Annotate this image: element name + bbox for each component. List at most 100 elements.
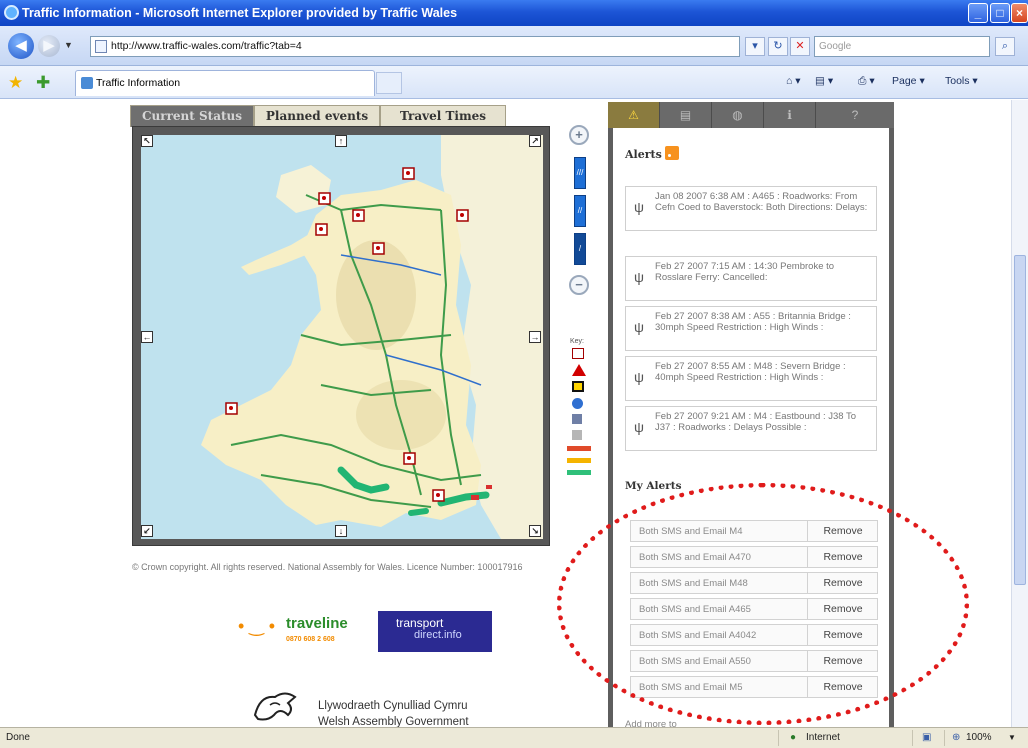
pan-south-button[interactable]: ↓ — [335, 525, 347, 537]
add-more-text[interactable]: Add more to — [625, 719, 677, 727]
forward-button[interactable]: ▶ — [38, 35, 60, 57]
favorites-star-icon[interactable]: ★ — [8, 73, 23, 93]
zoom-level-3-button[interactable]: / — [574, 233, 586, 265]
my-alert-row: Both SMS and Email A4042 Remove — [630, 624, 878, 646]
maximize-button[interactable]: □ — [990, 3, 1010, 23]
new-tab-button[interactable] — [376, 72, 402, 94]
add-favorite-icon[interactable]: ✚ — [36, 73, 50, 93]
panel-tabs: ⚠ ▤ ◍ ℹ ? — [608, 102, 894, 128]
map-canvas[interactable] — [141, 135, 543, 539]
address-dropdown-button[interactable]: ▾ — [745, 37, 765, 56]
feeds-icon[interactable]: ▤ ▾ — [815, 75, 833, 87]
zoom-icon[interactable]: ⊕ — [952, 728, 960, 748]
my-alert-row: Both SMS and Email M48 Remove — [630, 572, 878, 594]
search-button[interactable]: ⌕ — [995, 37, 1015, 56]
traveline-logo[interactable]: • ‿ • traveline 0870 608 2 608 — [238, 612, 348, 652]
pan-southeast-button[interactable]: ↘ — [529, 525, 541, 537]
alert-item[interactable]: ψ Feb 27 2007 9:21 AM : M4 : Eastbound :… — [625, 406, 877, 451]
my-alert-label: Both SMS and Email A465 — [639, 604, 751, 615]
search-input[interactable]: Google — [814, 36, 990, 57]
remove-button[interactable]: Remove — [807, 651, 878, 671]
remove-button[interactable]: Remove — [807, 599, 878, 619]
alert-text: Feb 27 2007 8:55 AM : M48 : Severn Bridg… — [655, 361, 846, 383]
traveline-number: 0870 608 2 608 — [286, 636, 335, 643]
address-toolbar: ◀ ▶ ▼ http://www.traffic-wales.com/traff… — [0, 26, 1028, 66]
my-alert-row: Both SMS and Email A470 Remove — [630, 546, 878, 568]
alert-item[interactable]: ψ Feb 27 2007 8:38 AM : A55 : Britannia … — [625, 306, 877, 351]
legend-roadworks-icon — [572, 381, 584, 392]
remove-button[interactable]: Remove — [807, 625, 878, 645]
pan-northwest-button[interactable]: ↖ — [141, 135, 153, 147]
legend-info-icon — [572, 398, 583, 409]
zoom-level-2-button[interactable]: // — [574, 195, 586, 227]
pan-southwest-button[interactable]: ↙ — [141, 525, 153, 537]
my-alert-row: Both SMS and Email A465 Remove — [630, 598, 878, 620]
zoom-in-icon[interactable]: + — [569, 125, 589, 145]
tab-globe[interactable]: ◍ — [712, 102, 764, 128]
back-button[interactable]: ◀ — [8, 33, 34, 59]
refresh-button[interactable]: ↻ — [768, 37, 788, 56]
my-alert-label: Both SMS and Email M48 — [639, 578, 748, 589]
page-menu[interactable]: Page ▾ — [892, 75, 925, 87]
legend-moderate-line — [567, 458, 591, 463]
ie-logo-icon — [4, 5, 19, 20]
status-text: Done — [6, 732, 30, 743]
window-title: Traffic Information - Microsoft Internet… — [22, 6, 458, 20]
address-input[interactable]: http://www.traffic-wales.com/traffic?tab… — [90, 36, 740, 57]
window-titlebar: Traffic Information - Microsoft Internet… — [0, 0, 1028, 26]
my-alert-row: Both SMS and Email A550 Remove — [630, 650, 878, 672]
tab-news[interactable]: ▤ — [660, 102, 712, 128]
map-key-label: Key: — [570, 338, 585, 345]
zoom-dropdown-icon[interactable]: ▼ — [1008, 728, 1016, 748]
traveline-name: traveline — [286, 615, 348, 632]
tab-current-status[interactable]: Current Status — [130, 105, 254, 127]
alert-text: Jan 08 2007 6:38 AM : A465 : Roadworks: … — [655, 191, 868, 213]
pan-east-button[interactable]: → — [529, 331, 541, 343]
antenna-icon: ψ — [634, 199, 644, 215]
pan-northeast-button[interactable]: ↗ — [529, 135, 541, 147]
minimize-button[interactable]: _ — [968, 3, 988, 23]
tab-help[interactable]: ? — [816, 102, 894, 128]
alert-item[interactable]: ψ Feb 27 2007 8:55 AM : M48 : Severn Bri… — [625, 356, 877, 401]
scrollbar-thumb[interactable] — [1014, 255, 1026, 585]
tab-alerts[interactable]: ⚠ — [608, 102, 660, 128]
my-alert-row: Both SMS and Email M4 Remove — [630, 520, 878, 542]
my-alerts-heading: My Alerts — [625, 480, 682, 492]
history-dropdown-icon[interactable]: ▼ — [64, 40, 73, 50]
remove-button[interactable]: Remove — [807, 573, 878, 593]
copyright-text: © Crown copyright. All rights reserved. … — [132, 562, 523, 572]
zoom-out-icon[interactable]: − — [569, 275, 589, 295]
wag-line-welsh: Llywodraeth Cynulliad Cymru — [318, 700, 468, 712]
tab-traffic-information[interactable]: Traffic Information — [75, 70, 375, 96]
internet-zone-icon: ● — [790, 732, 797, 743]
rss-feed-icon[interactable] — [665, 146, 679, 160]
tab-planned-events[interactable]: Planned events — [254, 105, 380, 127]
traffic-map[interactable]: ↖ ↑ ↗ ← → ↙ ↓ ↘ — [132, 126, 550, 546]
antenna-icon: ψ — [634, 269, 644, 285]
home-icon[interactable]: ⌂ ▾ — [786, 75, 801, 87]
stop-button[interactable]: ✕ — [790, 37, 810, 56]
traveline-smile-icon: • ‿ • — [238, 616, 276, 636]
tab-label: Traffic Information — [96, 77, 181, 89]
close-button[interactable]: × — [1011, 3, 1028, 23]
remove-button[interactable]: Remove — [807, 677, 878, 697]
web-page: Current Status Planned events Travel Tim… — [0, 100, 1028, 727]
welsh-dragon-icon — [253, 692, 297, 721]
pan-north-button[interactable]: ↑ — [335, 135, 347, 147]
print-icon[interactable]: ⎙ ▾ — [858, 75, 875, 88]
tools-menu[interactable]: Tools ▾ — [945, 75, 978, 87]
status-bar: Done ● Internet ▣ ⊕ 100% ▼ — [0, 727, 1028, 748]
my-alert-label: Both SMS and Email A470 — [639, 552, 751, 563]
transport-direct-logo[interactable]: transport direct.info — [378, 611, 492, 652]
alert-item[interactable]: ψ Feb 27 2007 7:15 AM : 14:30 Pembroke t… — [625, 256, 877, 301]
tab-travel-times[interactable]: Travel Times — [380, 105, 506, 127]
pan-west-button[interactable]: ← — [141, 331, 153, 343]
zoom-level-1-button[interactable]: /// — [574, 157, 586, 189]
zoom-level[interactable]: 100% — [966, 728, 992, 748]
vertical-scrollbar[interactable] — [1011, 100, 1028, 727]
remove-button[interactable]: Remove — [807, 547, 878, 567]
remove-button[interactable]: Remove — [807, 521, 878, 541]
alert-text: Feb 27 2007 8:38 AM : A55 : Britannia Br… — [655, 311, 851, 333]
tab-info[interactable]: ℹ — [764, 102, 816, 128]
alert-item[interactable]: ψ Jan 08 2007 6:38 AM : A465 : Roadworks… — [625, 186, 877, 231]
